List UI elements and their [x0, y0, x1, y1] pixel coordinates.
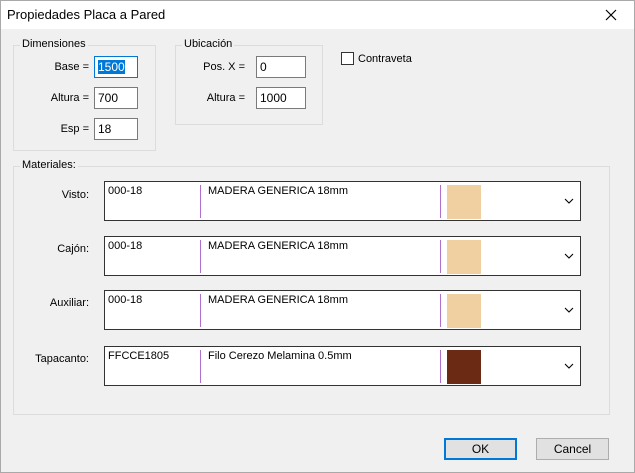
- close-icon: [605, 9, 617, 21]
- material-description: MADERA GENERICA 18mm: [208, 240, 348, 252]
- posx-label: Pos. X =: [203, 61, 245, 73]
- base-input[interactable]: 1500: [94, 56, 138, 78]
- esp-input[interactable]: 18: [94, 118, 138, 140]
- ok-button[interactable]: OK: [444, 438, 517, 460]
- chevron-down-icon: [564, 198, 574, 204]
- column-separator: [200, 185, 201, 218]
- base-label: Base =: [54, 61, 89, 73]
- material-description: Filo Cerezo Melamina 0.5mm: [208, 350, 352, 362]
- material-swatch: [447, 350, 481, 384]
- material-description: MADERA GENERICA 18mm: [208, 185, 348, 197]
- material-swatch: [447, 240, 481, 274]
- window-title: Propiedades Placa a Pared: [7, 7, 166, 22]
- cajon-material-combo[interactable]: 000-18 MADERA GENERICA 18mm: [104, 236, 581, 276]
- ubicacion-altura-input[interactable]: 1000: [256, 87, 306, 109]
- column-separator: [200, 294, 201, 327]
- auxiliar-label: Auxiliar:: [49, 297, 89, 309]
- altura-input[interactable]: 700: [94, 87, 138, 109]
- contraveta-label: Contraveta: [358, 52, 412, 65]
- material-description: MADERA GENERICA 18mm: [208, 294, 348, 306]
- altura-label: Altura =: [50, 92, 89, 104]
- ubicacion-group-label: Ubicación: [182, 38, 235, 50]
- cancel-button[interactable]: Cancel: [536, 438, 609, 460]
- title-bar: Propiedades Placa a Pared: [1, 1, 634, 29]
- base-input-value: 1500: [98, 60, 125, 74]
- visto-material-combo[interactable]: 000-18 MADERA GENERICA 18mm: [104, 181, 581, 221]
- esp-label: Esp =: [60, 123, 89, 135]
- cajon-label: Cajón:: [57, 243, 89, 255]
- materiales-group-label: Materiales:: [20, 159, 78, 171]
- column-separator: [200, 240, 201, 273]
- chevron-down-icon: [564, 253, 574, 259]
- column-separator: [440, 350, 441, 383]
- visto-label: Visto:: [61, 189, 89, 201]
- close-button[interactable]: [588, 1, 634, 29]
- contraveta-checkbox[interactable]: Contraveta: [341, 52, 412, 65]
- posx-input[interactable]: 0: [256, 56, 306, 78]
- tapacanto-label: Tapacanto:: [35, 353, 89, 365]
- material-code: 000-18: [108, 240, 143, 252]
- material-code: FFCCE1805: [108, 350, 170, 362]
- column-separator: [200, 350, 201, 383]
- column-separator: [440, 294, 441, 327]
- properties-dialog: Propiedades Placa a Pared Dimensiones Ba…: [0, 0, 635, 473]
- chevron-down-icon: [564, 363, 574, 369]
- chevron-down-icon: [564, 307, 574, 313]
- tapacanto-material-combo[interactable]: FFCCE1805 Filo Cerezo Melamina 0.5mm: [104, 346, 581, 386]
- material-code: 000-18: [108, 294, 143, 306]
- ubicacion-altura-label: Altura =: [206, 92, 245, 104]
- material-swatch: [447, 185, 481, 219]
- material-code: 000-18: [108, 185, 143, 197]
- material-swatch: [447, 294, 481, 328]
- dimensiones-group-label: Dimensiones: [20, 38, 88, 50]
- column-separator: [440, 240, 441, 273]
- column-separator: [440, 185, 441, 218]
- checkbox-box: [341, 52, 354, 65]
- auxiliar-material-combo[interactable]: 000-18 MADERA GENERICA 18mm: [104, 290, 581, 330]
